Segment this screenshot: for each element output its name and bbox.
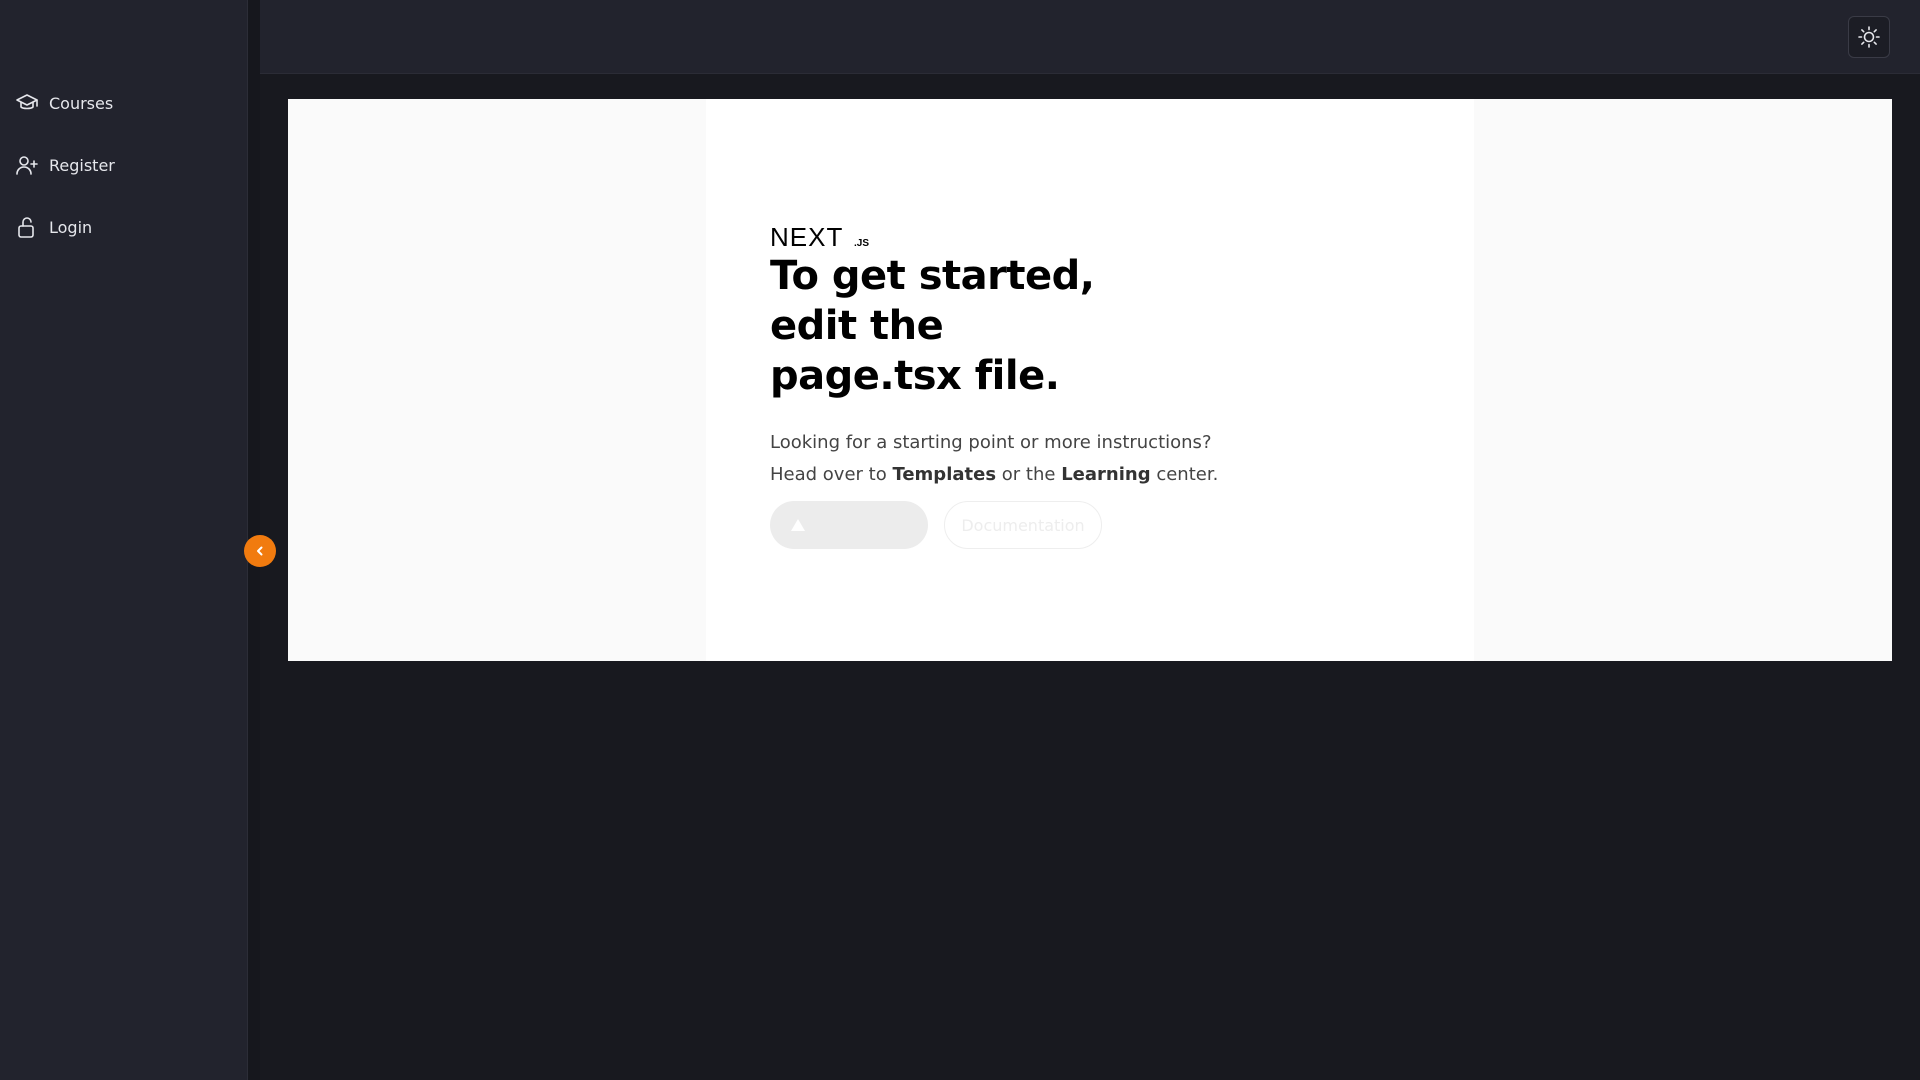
intro-head: Head over to	[770, 464, 887, 485]
sun-icon	[1858, 26, 1880, 48]
sidebar: Courses Register Login	[0, 0, 248, 1080]
page-title: To get started, edit the page.tsx file.	[770, 251, 1110, 401]
user-plus-icon	[14, 152, 40, 178]
sidebar-item-label: Login	[49, 217, 93, 237]
sidebar-item-register[interactable]: Register	[0, 134, 248, 196]
headline-line: To get started,	[770, 253, 1095, 299]
svg-text:.JS: .JS	[854, 238, 869, 249]
intro-center: center.	[1156, 464, 1219, 485]
intro-line-1: Looking for a starting point or more ins…	[770, 432, 1212, 453]
sidebar-nav: Courses Register Login	[0, 72, 248, 258]
intro-text: Looking for a starting point or more ins…	[770, 427, 1290, 491]
headline-line: page.tsx file.	[770, 353, 1060, 399]
deploy-button[interactable]: Deploy Now	[770, 501, 928, 549]
sidebar-collapse-button[interactable]	[244, 535, 276, 567]
sidebar-item-courses[interactable]: Courses	[0, 72, 248, 134]
nextjs-logo: NEXT .JS	[770, 225, 869, 249]
content-frame: NEXT .JS To get started, edit the page.t…	[288, 99, 1892, 661]
documentation-button[interactable]: Documentation	[944, 501, 1102, 549]
welcome-content: NEXT .JS To get started, edit the page.t…	[770, 225, 1410, 549]
sidebar-item-label: Courses	[49, 93, 114, 113]
sidebar-item-label: Register	[49, 155, 115, 175]
welcome-card: NEXT .JS To get started, edit the page.t…	[706, 99, 1474, 661]
vercel-triangle-icon	[791, 519, 805, 531]
intro-or-the: or the	[1001, 464, 1056, 485]
learning-link[interactable]: Learning	[1061, 464, 1150, 485]
action-buttons: Deploy Now Documentation	[770, 501, 1410, 549]
templates-link[interactable]: Templates	[892, 464, 996, 485]
theme-toggle-button[interactable]	[1848, 16, 1890, 58]
svg-text:NEXT: NEXT	[770, 225, 843, 249]
graduation-cap-icon	[14, 90, 40, 116]
top-bar	[260, 0, 1920, 74]
deploy-button-label: Deploy Now	[814, 515, 910, 535]
lock-open-icon	[14, 214, 40, 240]
headline-line: edit the	[770, 303, 944, 349]
chevron-left-icon	[257, 546, 263, 556]
sidebar-item-login[interactable]: Login	[0, 196, 248, 258]
